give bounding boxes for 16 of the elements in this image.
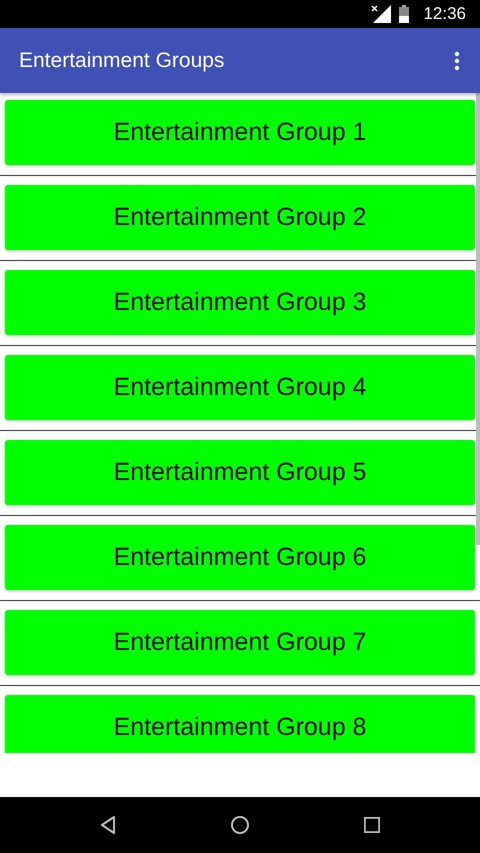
recents-icon[interactable] [364, 817, 380, 833]
group-button[interactable]: Entertainment Group 8 [5, 695, 475, 753]
group-button[interactable]: Entertainment Group 7 [5, 610, 475, 675]
overflow-menu-icon[interactable] [454, 50, 460, 70]
group-button[interactable]: Entertainment Group 1 [5, 100, 475, 165]
signal-icon [371, 5, 392, 23]
back-icon[interactable] [100, 816, 116, 834]
group-button[interactable]: Entertainment Group 4 [5, 355, 475, 420]
home-icon[interactable] [230, 815, 250, 835]
group-button[interactable]: Entertainment Group 5 [5, 440, 475, 505]
battery-icon [399, 5, 410, 23]
group-button[interactable]: Entertainment Group 6 [5, 525, 475, 590]
app-title: Entertainment Groups [19, 48, 224, 72]
group-button[interactable]: Entertainment Group 2 [5, 185, 475, 250]
clock-time: 12:36 [423, 4, 466, 24]
group-button[interactable]: Entertainment Group 3 [5, 270, 475, 335]
